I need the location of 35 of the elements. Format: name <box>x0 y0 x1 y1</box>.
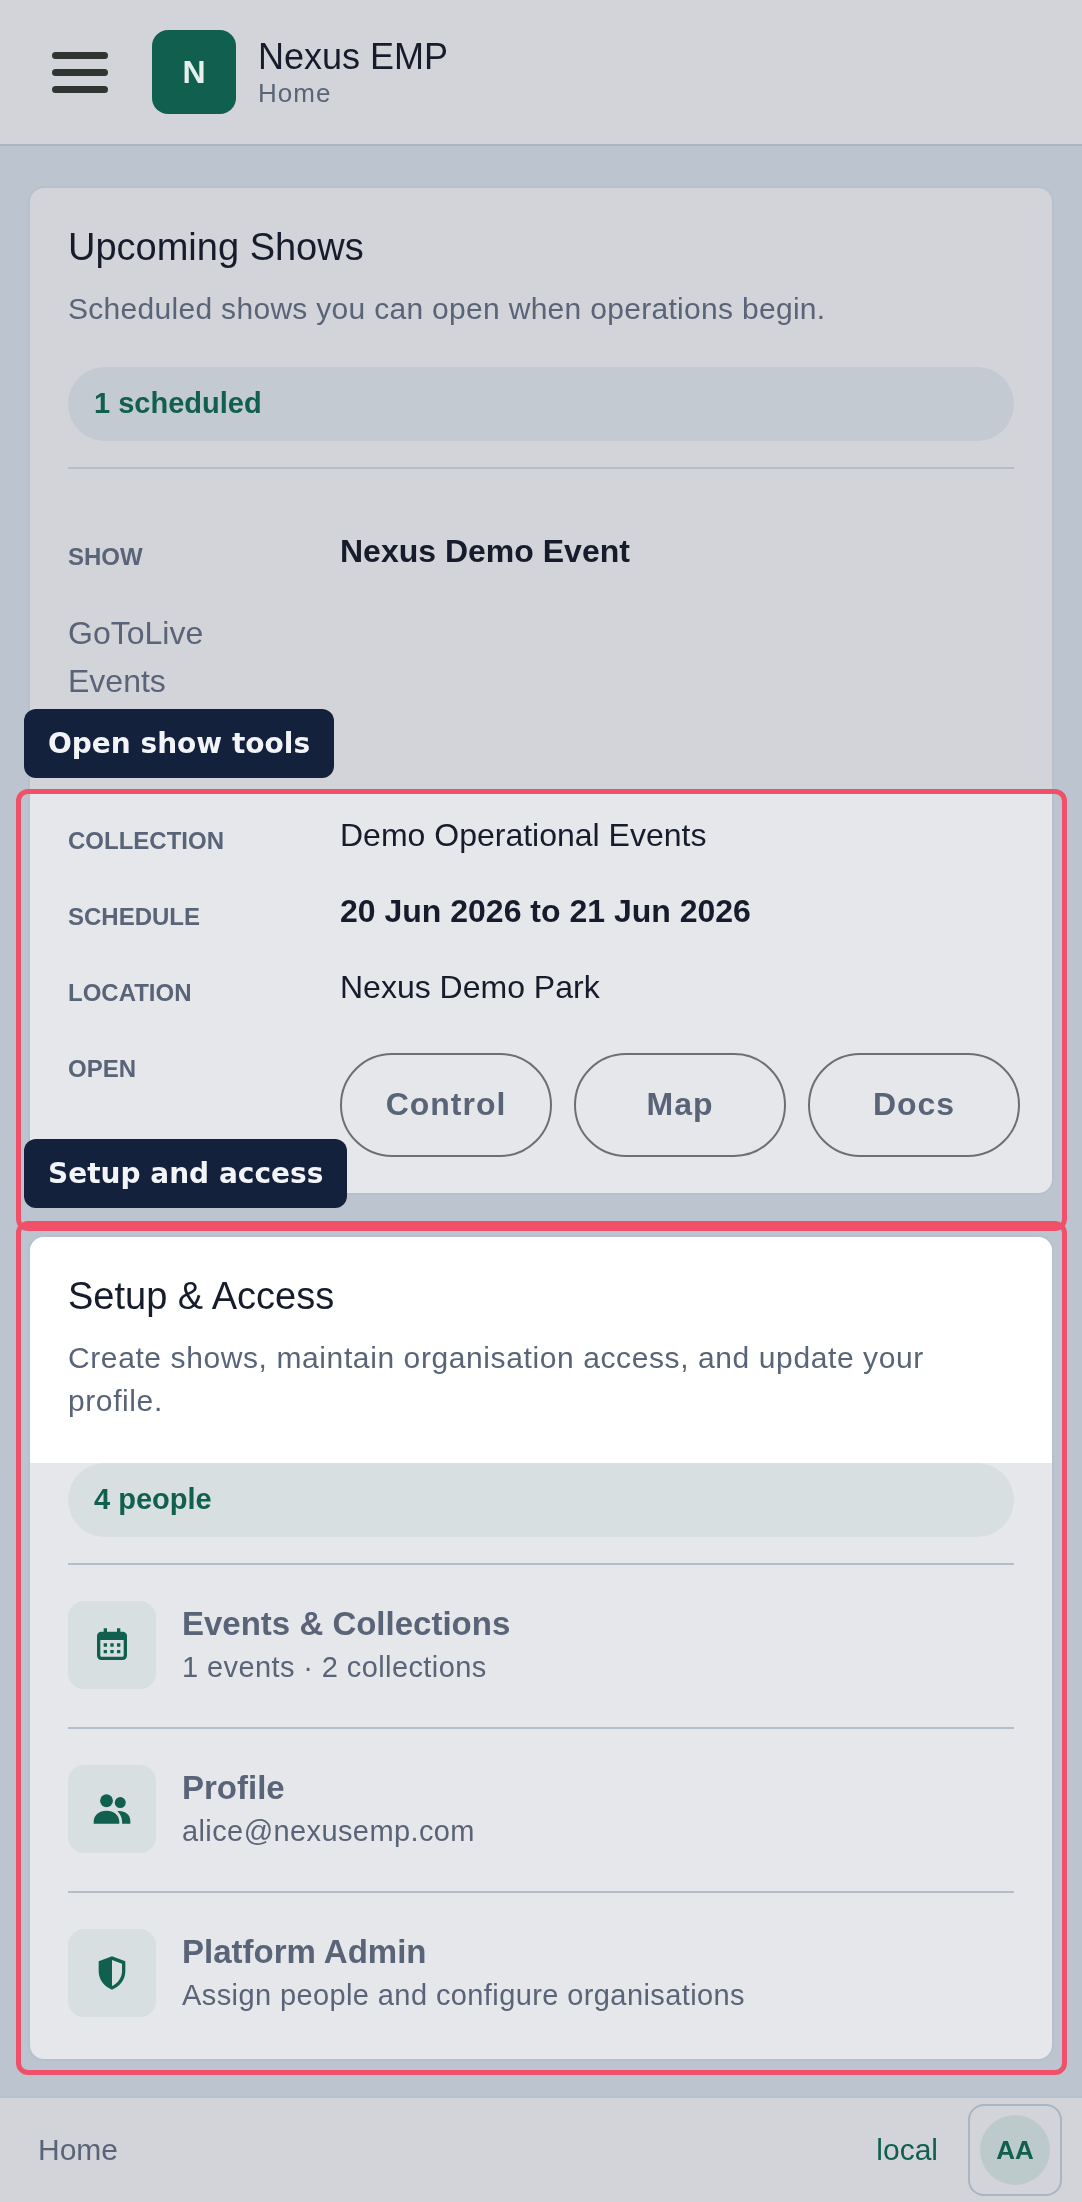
app-logo: N <box>152 30 236 114</box>
card-description: Create shows, maintain organisation access, and update your profile. <box>68 1339 925 1419</box>
field-label: COLLECTION <box>68 825 225 855</box>
field-value: Demo Operational Events <box>340 816 707 854</box>
field-value: Nexus Demo Park <box>340 968 600 1006</box>
link-title: Profile <box>182 1769 286 1807</box>
setup-link[interactable]: Profile alice@nexusemp.com <box>68 1728 1014 1865</box>
link-title: Platform Admin <box>182 1933 428 1971</box>
current-page: Home <box>38 2133 120 2167</box>
setup-link[interactable]: Events & Collections 1 events · 2 collections <box>68 1564 1014 1701</box>
link-subtitle: 1 events · 2 collections <box>182 1651 488 1684</box>
open-tool-button[interactable]: Docs <box>808 1052 1020 1157</box>
card-title: Setup & Access <box>68 1274 336 1318</box>
organisation-name: GoToLive Events <box>68 613 205 701</box>
field-value: 20 Jun 2026 to 21 Jun 2026 <box>340 892 751 930</box>
link-title: Events & Collections <box>182 1605 511 1643</box>
setup-link[interactable]: Platform Admin Assign people and configure organisations <box>68 1892 1014 2029</box>
tour-tooltip: Setup and access <box>24 1138 348 1208</box>
field-label: OPEN <box>68 1053 137 1083</box>
scheduled-count-badge: 1 scheduled <box>68 366 1014 441</box>
page-subtitle: Home <box>258 78 333 110</box>
link-subtitle: alice@nexusemp.com <box>182 1815 475 1848</box>
field-label: SCHEDULE <box>68 901 201 931</box>
link-subtitle: Assign people and configure organisations <box>182 1979 745 2012</box>
people-count-badge: 4 people <box>68 1462 1014 1537</box>
card-description: Scheduled shows you can open when operations begin. <box>68 291 827 327</box>
field-label: SHOW <box>68 541 144 571</box>
field-label: LOCATION <box>68 977 193 1007</box>
field-value: Nexus Demo Event <box>340 532 630 570</box>
app-name: Nexus EMP <box>258 34 449 79</box>
open-tool-button[interactable]: Map <box>574 1052 786 1157</box>
environment-label: local <box>876 2133 938 2167</box>
card-title: Upcoming Shows <box>68 226 365 269</box>
account-button[interactable]: AA <box>968 2104 1062 2196</box>
tour-tooltip: Open show tools <box>24 708 335 778</box>
